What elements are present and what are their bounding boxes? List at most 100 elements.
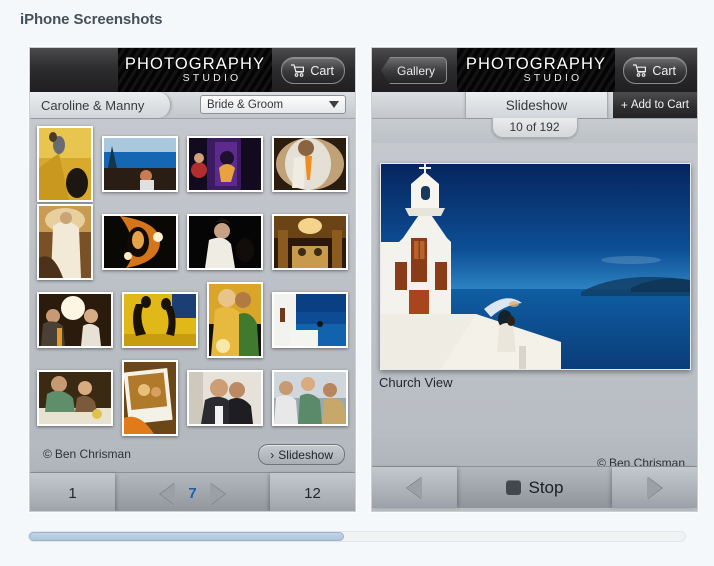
thumbnail-image (124, 362, 176, 434)
logo-photography-studio: PHOTOGRAPHY STUDIO (457, 48, 615, 92)
play-icon: › (270, 447, 275, 462)
thumbnail-t5[interactable] (37, 204, 93, 280)
thumbnail-t4[interactable] (272, 136, 348, 192)
current-page-number: 7 (188, 485, 197, 502)
logo-photography-studio: PHOTOGRAPHY STUDIO (118, 48, 272, 92)
slideshow-button[interactable]: › Slideshow (258, 444, 345, 465)
triangle-left-icon (407, 476, 422, 499)
thumbnail-image (104, 216, 176, 268)
slideshow-tab-label: Slideshow (505, 97, 568, 113)
thumbnail-image (39, 294, 111, 346)
thumbnail-image (274, 138, 346, 190)
thumbnail-image (124, 294, 196, 346)
right-sub-bar: Slideshow + Add to Cart (372, 92, 697, 119)
cart-button[interactable]: Cart (623, 57, 687, 84)
thumbnail-image (189, 138, 261, 190)
thumbnail-image (209, 284, 261, 356)
thumbnail-t11[interactable] (207, 282, 263, 358)
thumbnail-image (39, 206, 91, 278)
main-photo-image (381, 164, 690, 369)
thumbnail-row (30, 125, 355, 203)
next-photo-button[interactable] (612, 467, 697, 508)
thumbnail-image (274, 372, 346, 424)
triangle-left-icon[interactable] (160, 482, 176, 505)
pagination-middle: 7 (115, 482, 270, 505)
stop-square-icon (505, 480, 521, 495)
pagination-bar: 1 7 12 (30, 472, 355, 511)
thumbnail-t12[interactable] (272, 292, 348, 348)
copyright-symbol: © (43, 447, 52, 461)
left-phone-screenshot: PHOTOGRAPHY STUDIO Cart Caroline & Manny… (29, 47, 356, 512)
cart-icon (291, 64, 305, 77)
chevron-down-icon (329, 101, 339, 108)
plus-icon: + (620, 98, 628, 112)
triangle-right-icon (647, 476, 662, 499)
gallery-back-button[interactable]: Gallery (381, 57, 448, 84)
album-tab[interactable]: Caroline & Manny (30, 92, 172, 118)
thumbnail-t8[interactable] (272, 214, 348, 270)
page-root: iPhone Screenshots PHOTOGRAPHY STUDIO Ca… (0, 0, 714, 566)
photo-viewer: Church View (372, 143, 697, 438)
left-top-bar: PHOTOGRAPHY STUDIO Cart (30, 48, 355, 92)
photo-counter-badge: 10 of 192 (491, 118, 578, 138)
album-tab-label: Caroline & Manny (41, 97, 145, 113)
cart-icon (633, 64, 647, 77)
category-select-value: Bride & Groom (207, 98, 284, 111)
playback-bar: Stop (372, 466, 697, 508)
thumbnail-t10[interactable] (122, 292, 198, 348)
thumbnail-t7[interactable] (187, 214, 263, 270)
copyright-left: © Ben Chrisman (43, 447, 131, 461)
triangle-right-icon[interactable] (209, 482, 225, 505)
thumbnail-t14[interactable] (122, 360, 178, 436)
thumbnail-image (39, 128, 91, 200)
scrollbar-thumb[interactable] (29, 532, 344, 541)
thumbnail-image (39, 372, 111, 424)
thumbnail-t2[interactable] (102, 136, 178, 192)
thumbnail-t3[interactable] (187, 136, 263, 192)
previous-photo-button[interactable] (372, 467, 457, 508)
thumbnail-row (30, 359, 355, 437)
right-footer: © Ben Chrisman Stop (372, 438, 697, 508)
gallery-back-label: Gallery (397, 63, 436, 78)
logo-line-1: PHOTOGRAPHY (465, 55, 607, 73)
slideshow-tab[interactable]: Slideshow (465, 92, 608, 118)
horizontal-scrollbar[interactable] (28, 531, 686, 542)
copyright-label: Ben Chrisman (54, 447, 131, 461)
category-select[interactable]: Bride & Groom (200, 95, 346, 114)
thumbnail-image (274, 216, 346, 268)
last-page-button[interactable]: 12 (270, 473, 355, 511)
cart-button-label: Cart (310, 63, 334, 78)
thumbnail-t6[interactable] (102, 214, 178, 270)
right-top-bar: Gallery PHOTOGRAPHY STUDIO Cart (372, 48, 697, 92)
page-title: iPhone Screenshots (20, 11, 163, 28)
thumbnail-image (189, 372, 261, 424)
add-to-cart-label: Add to Cart (630, 99, 689, 111)
right-phone-screenshot: Gallery PHOTOGRAPHY STUDIO Cart Slidesho… (371, 47, 698, 512)
counter-bar: 10 of 192 (372, 118, 697, 143)
stop-button-label: Stop (528, 477, 564, 497)
add-to-cart-button[interactable]: + Add to Cart (612, 92, 697, 118)
logo-line-2: STUDIO (182, 72, 242, 84)
thumbnail-t1[interactable] (37, 126, 93, 202)
thumbnail-row (30, 281, 355, 359)
stop-button[interactable]: Stop (457, 478, 612, 498)
thumbnail-grid (30, 119, 355, 441)
thumbnail-t9[interactable] (37, 292, 113, 348)
thumbnail-row (30, 203, 355, 281)
thumbnail-image (189, 216, 261, 268)
left-sub-bar: Caroline & Manny Bride & Groom (30, 92, 355, 119)
thumbnail-image (274, 294, 346, 346)
main-photo[interactable] (380, 163, 691, 370)
logo-line-1: PHOTOGRAPHY (124, 55, 266, 73)
logo-line-2: STUDIO (523, 72, 583, 84)
thumbnail-t15[interactable] (187, 370, 263, 426)
slideshow-button-label: Slideshow (278, 447, 333, 462)
thumbnail-t13[interactable] (37, 370, 113, 426)
first-page-button[interactable]: 1 (30, 473, 115, 511)
thumbnail-t16[interactable] (272, 370, 348, 426)
photo-caption: Church View (379, 375, 453, 390)
thumbnail-image (104, 138, 176, 190)
cart-button[interactable]: Cart (281, 57, 345, 84)
cart-button-label: Cart (652, 63, 676, 78)
left-footer: © Ben Chrisman › Slideshow 1 7 12 (30, 441, 355, 511)
